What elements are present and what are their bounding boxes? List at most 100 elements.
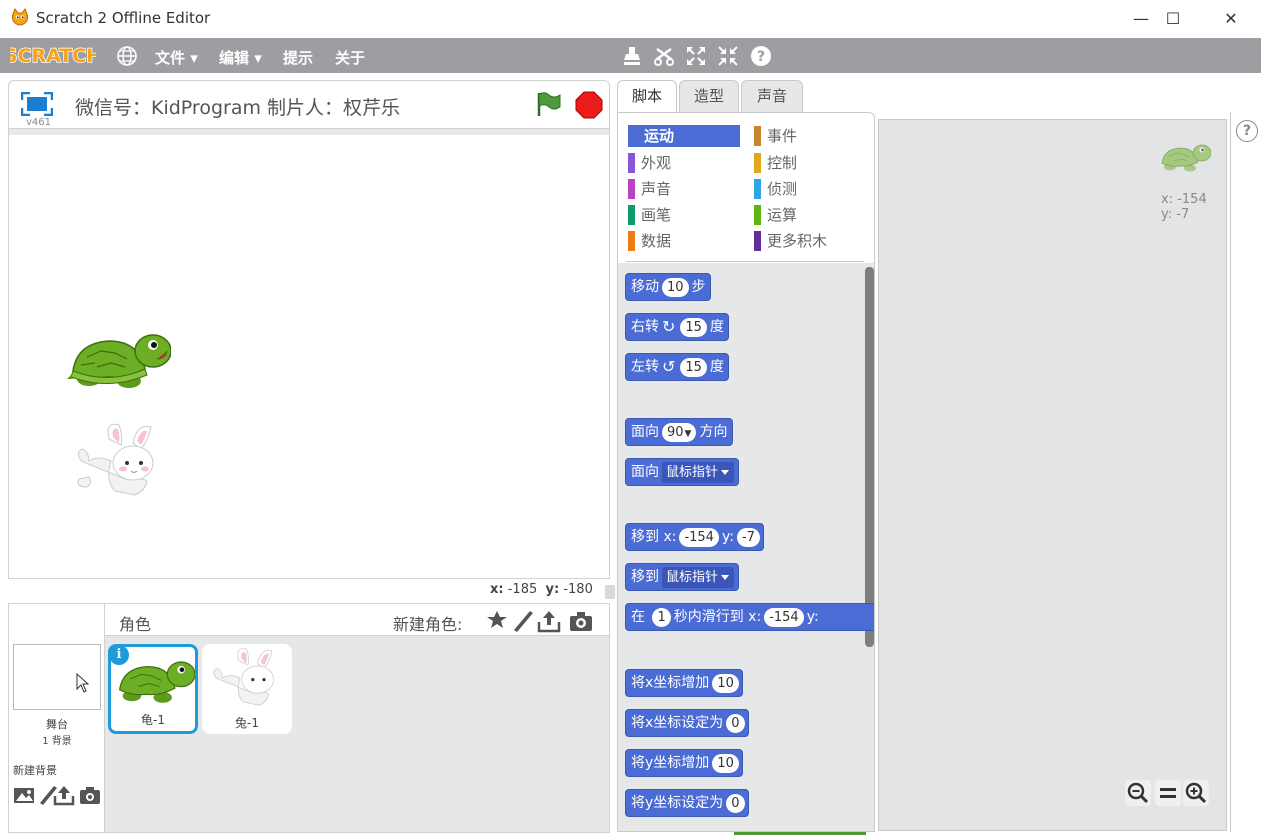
block-glide[interactable]: 在 1 秒内滑行到 x: -154 y: [625,603,874,631]
backdrop-library-icon[interactable] [13,784,35,806]
category-color-bar [628,205,635,225]
block-change-x[interactable]: 将x坐标增加 10 [625,669,743,697]
sprite-library-icon[interactable] [485,609,509,633]
block-input-x[interactable]: -154 [764,608,804,627]
stage-resize-toggle[interactable] [605,585,615,599]
category-label: 事件 [767,127,798,145]
block-dropdown[interactable]: 鼠标指针 [662,567,735,588]
block-text: y: [806,609,819,625]
category-motion[interactable]: 运动 [628,125,740,147]
camera-sprite-icon[interactable] [569,609,593,633]
block-input[interactable]: 10 [662,278,689,297]
rabbit-thumbnail-icon [213,648,274,706]
rotate-counterclockwise-icon: ↺ [662,357,676,376]
menu-edit[interactable]: 编辑 ▾ [219,47,262,68]
category-more-blocks[interactable]: 更多积木 [754,230,866,252]
block-set-x[interactable]: 将x坐标设定为 0 [625,709,749,737]
block-input-x[interactable]: -154 [679,528,719,547]
paint-sprite-icon[interactable] [511,609,535,633]
block-text: 移到 [631,569,659,585]
menu-tips[interactable]: 提示 [283,47,313,68]
category-list: 运动 事件 外观 控制 声音 侦测 画笔 运算 数据 更多积木 [618,113,874,263]
block-goto[interactable]: 移到 鼠标指针 [625,563,740,591]
category-pen[interactable]: 画笔 [628,204,740,226]
title-bar: Scratch 2 Offline Editor — ☐ ✕ [0,0,1261,38]
tab-costumes[interactable]: 造型 [679,80,739,112]
category-looks[interactable]: 外观 [628,152,740,174]
category-sensing[interactable]: 侦测 [754,178,866,200]
category-label: 侦测 [767,180,798,198]
camera-backdrop-icon[interactable] [79,784,101,806]
sprites-header-label: 角色 [119,615,152,634]
grow-icon[interactable] [684,44,708,68]
block-move-steps[interactable]: 移动 10 步 [625,273,711,301]
stop-sign-icon[interactable] [575,91,603,119]
palette-scrollbar[interactable] [865,267,874,647]
category-color-bar [754,179,761,199]
category-control[interactable]: 控制 [754,152,866,174]
block-text: 面向 [631,464,659,480]
duplicate-stamp-icon[interactable] [620,44,644,68]
upload-backdrop-icon[interactable] [53,784,75,806]
category-color-bar [628,231,635,251]
close-button[interactable]: ✕ [1208,4,1254,34]
tab-scripts[interactable]: 脚本 [617,80,677,114]
block-input[interactable]: 15 [680,318,707,337]
category-label: 运算 [767,206,798,224]
block-input-time[interactable]: 1 [652,608,671,627]
zoom-in-icon[interactable] [1183,780,1209,806]
block-input[interactable]: 0 [726,794,745,813]
upload-sprite-icon[interactable] [537,609,561,633]
menu-about[interactable]: 关于 [335,47,365,68]
category-color-bar [628,179,635,199]
block-input-y[interactable]: -7 [736,528,760,547]
maximize-button[interactable]: ☐ [1150,4,1196,34]
mouse-coordinates: x: -185 y: -180 [490,582,593,597]
block-dropdown[interactable]: 鼠标指针 [662,462,735,483]
block-input[interactable]: 90▼ [662,423,697,442]
block-change-y[interactable]: 将y坐标增加 10 [625,749,743,777]
scratch-logo[interactable]: SCRATCH [10,42,96,68]
menu-file[interactable]: 文件 ▾ [155,47,198,68]
category-events[interactable]: 事件 [754,125,866,147]
block-set-y[interactable]: 将y坐标设定为 0 [625,789,749,817]
block-input[interactable]: 15 [680,358,707,377]
block-input[interactable]: 0 [726,714,745,733]
zoom-out-icon[interactable] [1125,780,1151,806]
current-sprite-turtle-icon [1161,144,1211,172]
fullscreen-icon[interactable] [21,92,53,116]
help-icon[interactable]: ? [1236,120,1258,142]
block-goto-xy[interactable]: 移到 x: -154 y: -7 [625,523,764,551]
category-label: 控制 [767,154,798,172]
sprite-tile-turtle[interactable]: i 龟-1 [108,644,198,734]
category-color-bar [754,231,761,251]
stage-thumbnail[interactable] [13,644,101,710]
category-sound[interactable]: 声音 [628,178,740,200]
category-color-bar [754,126,761,146]
turtle-sprite[interactable] [67,329,171,393]
block-turn-left[interactable]: 左转 ↺ 15 度 [625,353,730,381]
shrink-icon[interactable] [716,44,740,68]
category-color-bar [628,153,635,173]
block-input[interactable]: 10 [712,754,739,773]
script-area[interactable]: x: -154 y: -7 [878,119,1227,831]
sprite-tile-rabbit[interactable]: 兔-1 [202,644,292,734]
delete-scissors-icon[interactable] [652,44,676,68]
block-text: 度 [709,359,724,375]
rabbit-sprite[interactable] [75,421,167,501]
block-help-icon[interactable]: ? [749,44,773,68]
green-flag-icon[interactable] [535,91,561,117]
category-operators[interactable]: 运算 [754,204,866,226]
block-point-direction[interactable]: 面向 90▼ 方向 [625,418,733,446]
stage-canvas[interactable] [8,128,610,579]
project-title[interactable]: 微信号：KidProgram 制片人：权芹乐 [75,93,400,120]
zoom-reset-icon[interactable] [1155,780,1181,806]
language-globe-icon[interactable] [116,45,138,67]
tab-sounds[interactable]: 声音 [741,80,803,112]
block-turn-right[interactable]: 右转 ↻ 15 度 [625,313,730,341]
category-data[interactable]: 数据 [628,230,740,252]
menu-bar: SCRATCH 文件 ▾ 编辑 ▾ 提示 关于 ? [0,38,1261,73]
block-point-towards[interactable]: 面向 鼠标指针 [625,458,740,486]
block-input[interactable]: 10 [712,674,739,693]
turtle-thumbnail-icon [118,661,195,703]
